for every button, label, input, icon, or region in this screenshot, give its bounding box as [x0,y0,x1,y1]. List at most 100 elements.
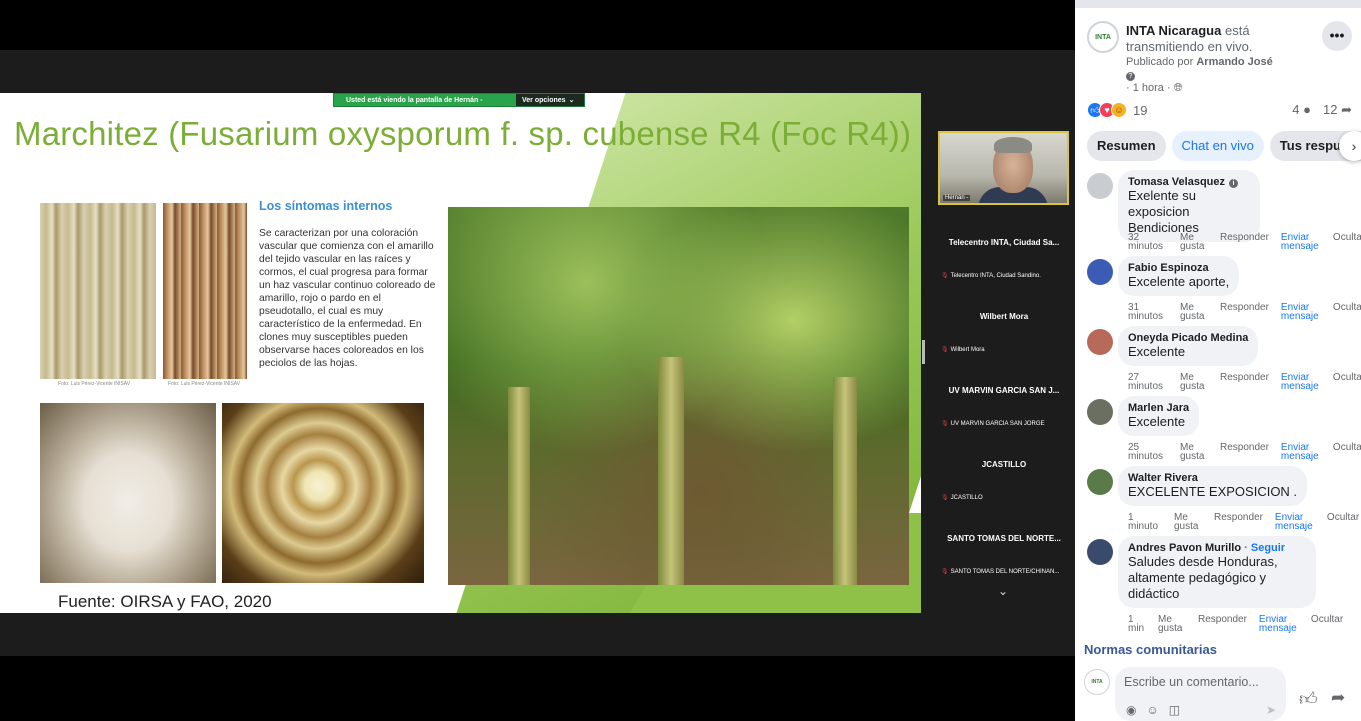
page-avatar[interactable]: INTA [1087,21,1119,53]
send-message-button[interactable]: Enviar mensaje [1281,233,1321,252]
tab-resumen[interactable]: Resumen [1087,131,1166,161]
hide-button[interactable]: Ocultar [1311,615,1343,633]
avatar[interactable] [1087,469,1113,495]
hide-button[interactable]: Ocultar [1333,443,1361,461]
send-message-button[interactable]: Enviar mensaje [1281,443,1321,462]
share-count[interactable]: 12 ➦ [1323,102,1352,118]
like-comment-button[interactable]: Me gusta [1174,513,1202,532]
corm-photo [40,403,216,583]
participant-tile[interactable]: JCASTILLO 🎙 JCASTILLO [937,436,1071,510]
chevron-down-icon[interactable]: ⌄ [998,584,1008,598]
share-icon: ➦ [1341,102,1352,117]
comment-author[interactable]: Oneyda Picado Medina [1128,332,1248,344]
like-comment-button[interactable]: Me gusta [1180,443,1208,462]
screen: Marchitez (Fusarium oxysporum f. sp. cub… [0,0,1361,721]
comment-author[interactable]: Walter Rivera [1128,472,1297,484]
like-comment-button[interactable]: Me gusta [1180,373,1208,392]
panel-top-strip [1075,0,1361,8]
post-time[interactable]: · 1 hora · 🌐︎ [1126,82,1183,95]
slide-title: Marchitez (Fusarium oxysporum f. sp. cub… [14,115,912,152]
community-standards-link[interactable]: Normas comunitarias [1084,642,1217,657]
emoji-icon[interactable]: ☺ [1146,703,1158,717]
haha-reaction-icon: ☺ [1111,102,1127,118]
avatar[interactable] [1087,399,1113,425]
like-comment-button[interactable]: Me gusta [1158,615,1186,634]
reply-button[interactable]: Responder [1220,303,1269,321]
comment-author[interactable]: Andres Pavon Murillo · Seguir [1128,542,1306,554]
participant-display-name: JCASTILLO [981,460,1027,469]
live-video-player[interactable]: Marchitez (Fusarium oxysporum f. sp. cub… [0,0,1075,721]
comment-composer[interactable]: ◉ ☺ ◫ ➤ [1115,667,1286,721]
avatar[interactable] [1087,329,1113,355]
hide-button[interactable]: Ocultar [1327,513,1359,531]
comment-author[interactable]: Fabio Espinoza [1128,262,1229,274]
hide-button[interactable]: Ocultar [1333,373,1361,391]
comment-time[interactable]: 32 minutos [1128,233,1168,252]
video-top-letterbox [0,0,1075,50]
info-icon[interactable]: i [1229,179,1239,188]
comment-time[interactable]: 1 minuto [1128,513,1162,532]
send-message-button[interactable]: Enviar mensaje [1275,513,1315,532]
page-name-link[interactable]: INTA Nicaragua [1126,23,1221,38]
send-message-button[interactable]: Enviar mensaje [1281,303,1321,322]
participant-tile[interactable]: SANTO TOMAS DEL NORTE... 🎙 SANTO TOMAS DE… [937,510,1071,584]
reactions-summary[interactable]: 👍︎ ♥ ☺ 19 [1087,102,1147,118]
participant-label: 🎙 Telecentro INTA, Ciudad Sandino. [941,273,1041,279]
reaction-count: 19 [1133,102,1148,118]
info-icon[interactable]: ? [1126,72,1135,81]
participant-tile[interactable]: Wilbert Mora 🎙 Wilbert Mora [937,288,1071,362]
comment-time[interactable]: 27 minutos [1128,373,1168,392]
banana-trunk [508,387,530,585]
muted-mic-icon: 🎙 [941,273,949,279]
photo-credit: Foto: Luis Pérez-Vicente INISAV [58,381,131,387]
participant-tile[interactable]: UV MARVIN GARCIA SAN J... 🎙 UV MARVIN GAR… [937,362,1071,436]
participant-tile[interactable]: Telecentro INTA, Ciudad Sa... 🎙 Telecentr… [937,214,1071,288]
like-comment-button[interactable]: Me gusta [1180,233,1208,252]
comment-text: EXCELENTE EXPOSICION . [1128,484,1298,499]
comment-time[interactable]: 1 min [1128,615,1146,634]
presenter-video-tile[interactable]: Hernán - [938,131,1069,205]
gif-icon[interactable]: ◉ [1126,703,1136,717]
sticker-icon[interactable]: ◫ [1169,703,1180,717]
tab-chat-en-vivo[interactable]: Chat en vivo [1171,131,1264,161]
pseudostem-cross-section-photo [222,403,424,583]
comment-author[interactable]: Tomasa Velasquez i [1128,176,1250,188]
view-options-button[interactable]: Ver opciones ⌄ [516,94,584,106]
participant-label: 🎙 Wilbert Mora [941,347,985,353]
reply-button[interactable]: Responder [1198,615,1247,633]
panel-resize-handle[interactable] [922,340,925,364]
comment-time[interactable]: 31 minutos [1128,303,1168,322]
hide-button[interactable]: Ocultar [1333,233,1361,251]
send-message-button[interactable]: Enviar mensaje [1259,615,1299,634]
presenter-figure [994,137,1032,153]
slide-body-text: Se caracterizan por una coloración vascu… [259,228,436,369]
comment-bubble: Walter Rivera EXCELENTE EXPOSICION . [1118,466,1308,506]
reply-button[interactable]: Responder [1220,443,1269,461]
reply-button[interactable]: Responder [1220,233,1269,251]
thumbs-up-icon[interactable]: 👍︎ [1299,688,1318,710]
follow-link[interactable]: · Seguir [1244,542,1285,554]
comment-actions: 25 minutos Me gusta Responder Enviar men… [1128,443,1361,462]
participants-column: Hernán - Telecentro INTA, Ciudad Sa... 🎙… [937,130,1071,610]
slide-section-title: Los síntomas internos [259,199,393,213]
share-arrow-icon[interactable]: ➦ [1331,688,1345,708]
comment-count[interactable]: 4 ● [1292,102,1311,118]
hide-button[interactable]: Ocultar [1333,303,1361,321]
more-options-button[interactable]: ••• [1322,21,1352,51]
chevron-right-icon[interactable]: › [1339,131,1361,161]
reply-button[interactable]: Responder [1214,513,1263,531]
comment-author[interactable]: Marlen Jara [1128,402,1189,414]
banana-trunk [658,357,684,585]
participant-display-name: Telecentro INTA, Ciudad Sa... [948,238,1060,247]
comment-input[interactable] [1124,675,1274,689]
send-message-button[interactable]: Enviar mensaje [1281,373,1321,392]
publisher-name[interactable]: Armando José [1196,56,1272,68]
avatar[interactable] [1087,539,1113,565]
avatar[interactable] [1087,173,1113,199]
avatar[interactable] [1087,259,1113,285]
send-icon[interactable]: ➤ [1266,703,1276,717]
reply-button[interactable]: Responder [1220,373,1269,391]
user-avatar[interactable]: INTA [1084,669,1110,695]
like-comment-button[interactable]: Me gusta [1180,303,1208,322]
comment-time[interactable]: 25 minutos [1128,443,1168,462]
